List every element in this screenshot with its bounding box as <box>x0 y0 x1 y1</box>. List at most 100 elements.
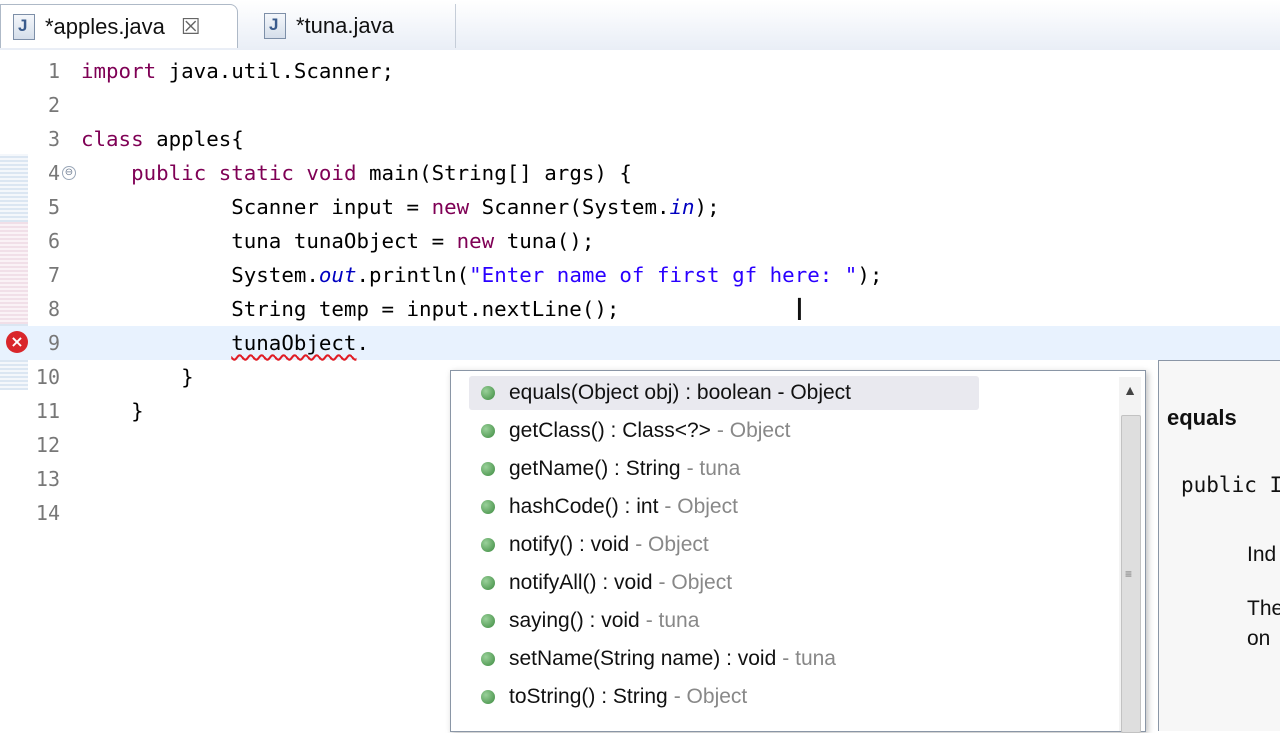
code-line[interactable]: 1 import java.util.Scanner; <box>0 54 1280 88</box>
error-marker-icon[interactable]: × <box>6 331 28 353</box>
code-text: } <box>81 394 144 428</box>
code-token: System. <box>81 263 319 287</box>
keyword-token: new <box>431 195 470 219</box>
public-method-icon <box>481 652 495 666</box>
code-text: tunaObject. <box>81 326 369 360</box>
line-number: 6 <box>47 229 60 253</box>
code-line[interactable]: 7 System.out.println("Enter name of firs… <box>0 258 1280 292</box>
javadoc-text: Ind <box>1247 543 1277 566</box>
tab-label: *apples.java <box>45 13 165 39</box>
javadoc-text: on <box>1247 627 1271 650</box>
scroll-thumb[interactable]: ≡ <box>1121 415 1141 733</box>
proposal-item[interactable]: getName() : String - tuna <box>469 452 740 486</box>
public-method-icon <box>481 576 495 590</box>
proposal-item[interactable]: setName(String name) : void - tuna <box>469 642 836 676</box>
line-number: 2 <box>47 93 60 117</box>
text-cursor: I <box>795 293 804 328</box>
code-text: class apples{ <box>81 122 244 156</box>
field-token: in <box>669 195 695 219</box>
proposal-signature: getName() : String <box>509 457 681 480</box>
proposal-signature: saying() : void <box>509 609 640 632</box>
close-tab-icon[interactable]: ☒ <box>181 14 201 40</box>
public-method-icon <box>481 500 495 514</box>
proposal-signature: equals(Object obj) : boolean - Object <box>509 381 852 404</box>
proposal-declaring-type: - Object <box>673 685 748 708</box>
code-token: Scanner input = <box>81 195 432 219</box>
code-text: } <box>81 360 194 394</box>
proposal-item[interactable]: hashCode() : int - Object <box>469 490 738 524</box>
code-token: ); <box>694 195 720 219</box>
line-number: 14 <box>35 501 60 525</box>
code-token: .println( <box>356 263 470 287</box>
keyword-token: class <box>81 127 144 151</box>
keyword-token: new <box>456 229 495 253</box>
code-line[interactable]: 4 ⊖ public static void main(String[] args… <box>0 156 1280 190</box>
proposal-item[interactable]: saying() : void - tuna <box>469 604 699 638</box>
code-line[interactable]: 2 <box>0 88 1280 122</box>
public-method-icon <box>481 690 495 704</box>
proposal-declaring-type: - Object <box>664 495 738 518</box>
line-number: 11 <box>35 399 60 423</box>
error-token: tunaObject <box>231 331 357 355</box>
line-number: 4 <box>47 161 60 185</box>
proposal-item[interactable]: equals(Object obj) : boolean - Object <box>469 376 979 410</box>
proposal-item[interactable]: notifyAll() : void - Object <box>469 566 732 600</box>
code-line[interactable]: 9 × tunaObject. <box>0 326 1280 360</box>
scroll-up-icon[interactable]: ▲ <box>1119 377 1141 403</box>
proposal-signature: hashCode() : int <box>509 495 659 518</box>
javadoc-signature: public I <box>1181 473 1280 497</box>
code-text: System.out.println("Enter name of first … <box>81 258 882 292</box>
javadoc-text: The <box>1247 597 1280 620</box>
line-number: 9 <box>47 331 60 355</box>
tab-apples-java[interactable]: J *apples.java ☒ <box>0 4 238 48</box>
proposal-declaring-type: - tuna <box>782 647 836 670</box>
line-number: 10 <box>35 365 60 389</box>
line-number: 5 <box>47 195 60 219</box>
proposal-signature: getClass() : Class<?> <box>509 419 711 442</box>
proposal-item[interactable]: notify() : void - Object <box>469 528 709 562</box>
proposal-item[interactable]: toString() : String - Object <box>469 680 747 714</box>
public-method-icon <box>481 538 495 552</box>
code-token: java.util.Scanner; <box>156 59 395 83</box>
tab-tuna-java[interactable]: J *tuna.java <box>252 4 456 48</box>
code-token: main(String[] args) { <box>356 161 632 185</box>
string-token: "Enter name of first gf here: " <box>469 263 858 287</box>
code-token: Scanner(System. <box>469 195 670 219</box>
java-file-icon: J <box>13 13 35 40</box>
code-token: tuna tunaObject = <box>81 229 457 253</box>
code-line[interactable]: 5 Scanner input = new Scanner(System.in)… <box>0 190 1280 224</box>
line-number: 7 <box>47 263 60 287</box>
proposal-signature: toString() : String <box>509 685 668 708</box>
public-method-icon <box>481 462 495 476</box>
code-line[interactable]: 8 String temp = input.nextLine(); <box>0 292 1280 326</box>
code-text: public static void main(String[] args) { <box>81 156 632 190</box>
code-text: String temp = input.nextLine(); <box>81 292 619 326</box>
content-assist-popup[interactable]: equals(Object obj) : boolean - Object get… <box>450 370 1146 733</box>
grip-icon: ≡ <box>1125 567 1133 581</box>
proposal-declaring-type: - tuna <box>645 609 700 632</box>
tab-label: *tuna.java <box>296 13 394 38</box>
public-method-icon <box>481 386 495 400</box>
code-line[interactable]: 6 tuna tunaObject = new tuna(); <box>0 224 1280 258</box>
proposal-declaring-type: - tuna <box>686 457 741 480</box>
code-token: apples{ <box>143 127 244 151</box>
line-number: 13 <box>35 467 60 491</box>
code-token: } <box>81 399 144 423</box>
public-method-icon <box>481 614 495 628</box>
code-token: String temp = input.nextLine(); <box>81 297 620 321</box>
java-file-icon: J <box>264 13 286 39</box>
public-method-icon <box>481 424 495 438</box>
keyword-token: import <box>81 59 157 83</box>
keyword-token: public static void <box>131 161 357 185</box>
line-number: 3 <box>47 127 60 151</box>
fold-collapse-icon[interactable]: ⊖ <box>62 166 76 180</box>
proposal-scrollbar[interactable]: ▲ ≡ <box>1119 377 1141 733</box>
code-line[interactable]: 3 class apples{ <box>0 122 1280 156</box>
field-token: out <box>318 263 357 287</box>
proposal-signature: notifyAll() : void <box>509 571 653 594</box>
proposal-item[interactable]: getClass() : Class<?> - Object <box>469 414 790 448</box>
javadoc-title: equals <box>1167 405 1237 430</box>
proposal-signature: notify() : void <box>509 533 630 556</box>
